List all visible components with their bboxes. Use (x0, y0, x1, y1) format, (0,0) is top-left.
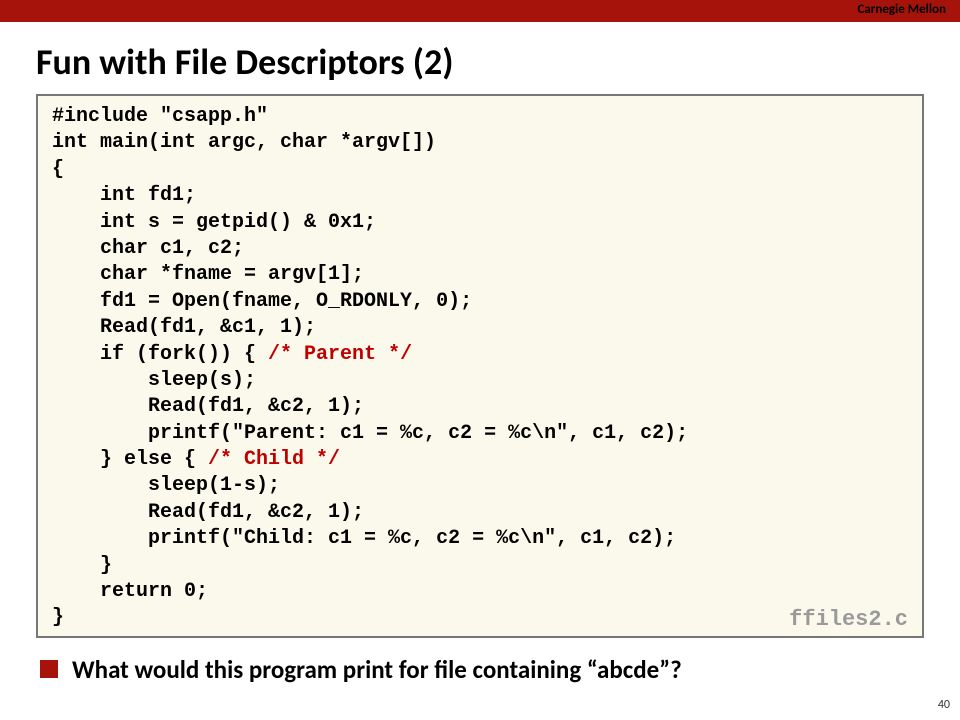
bullet-icon (40, 660, 58, 678)
code-line: fd1 = Open(fname, O_RDONLY, 0); (52, 290, 472, 313)
code-line: #include "csapp.h" (52, 105, 268, 128)
code-line: char c1, c2; (52, 237, 244, 260)
code-line: if (fork()) { (52, 343, 268, 366)
question-text: What would this program print for file c… (72, 654, 682, 685)
question-row: What would this program print for file c… (40, 654, 960, 685)
code-line: sleep(1-s); (52, 474, 280, 497)
code-line: int s = getpid() & 0x1; (52, 211, 376, 234)
code-line: Read(fd1, &c2, 1); (52, 395, 364, 418)
code-comment: /* Parent */ (268, 343, 412, 366)
code-line: } (52, 606, 64, 629)
code-content: #include "csapp.h" int main(int argc, ch… (52, 104, 908, 632)
code-line: int main(int argc, char *argv[]) (52, 131, 436, 154)
code-line: printf("Parent: c1 = %c, c2 = %c\n", c1,… (52, 422, 688, 445)
code-filename: ffiles2.c (789, 605, 908, 634)
code-box: #include "csapp.h" int main(int argc, ch… (36, 94, 924, 638)
code-line: int fd1; (52, 184, 196, 207)
code-line: sleep(s); (52, 369, 256, 392)
code-line: } (52, 554, 112, 577)
code-line: char *fname = argv[1]; (52, 263, 364, 286)
code-line: Read(fd1, &c1, 1); (52, 316, 316, 339)
code-line: } else { (52, 448, 208, 471)
header-bar: Carnegie Mellon (0, 0, 960, 22)
code-line: printf("Child: c1 = %c, c2 = %c\n", c1, … (52, 527, 676, 550)
code-line: { (52, 158, 64, 181)
brand-text: Carnegie Mellon (857, 2, 946, 17)
slide-title: Fun with File Descriptors (2) (36, 40, 960, 84)
code-line: return 0; (52, 580, 208, 603)
code-comment: /* Child */ (208, 448, 340, 471)
code-line: Read(fd1, &c2, 1); (52, 501, 364, 524)
page-number: 40 (938, 698, 950, 712)
